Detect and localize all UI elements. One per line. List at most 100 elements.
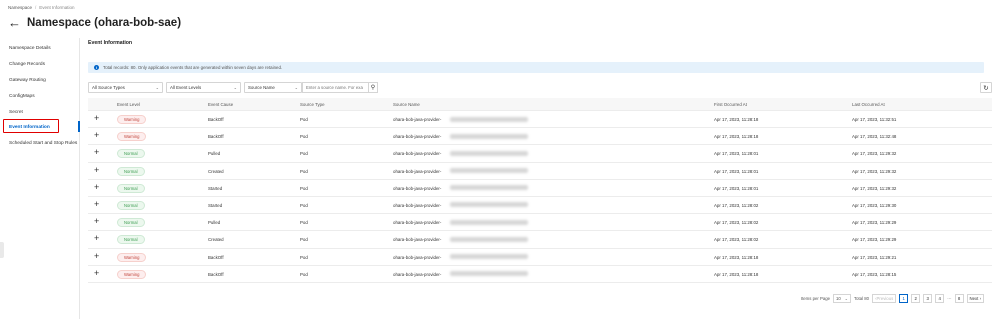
last-occurred-cell: Apr 17, 2023, 11:29:21 — [852, 254, 897, 260]
source-name-cell: ohara-bob-java-provider- — [393, 237, 442, 243]
column-header-source-type: Source Type — [300, 102, 325, 107]
sidebar-collapse-handle[interactable] — [0, 242, 4, 258]
source-name-cell: ohara-bob-java-provider- — [393, 168, 442, 174]
next-page-button[interactable]: Next › — [966, 294, 984, 303]
sidebar-item-scheduled-start-stop-rules[interactable]: Scheduled Start and Stop Rules — [9, 141, 77, 146]
search-button[interactable]: ⚲ — [368, 82, 378, 93]
source-name-cell: ohara-bob-java-provider- — [393, 202, 442, 208]
expand-row-icon[interactable]: + — [94, 182, 99, 192]
first-occurred-cell: Apr 17, 2023, 11:28:18 — [714, 254, 759, 260]
redacted-text — [450, 271, 528, 277]
previous-page-button[interactable]: ‹ Previous — [872, 294, 897, 303]
sidebar-item-secret[interactable]: Secret — [9, 110, 23, 115]
event-cause-cell: Created — [208, 168, 224, 174]
breadcrumb-root[interactable]: Namespace — [8, 5, 32, 10]
search-field-select[interactable]: Source Name ⌄ — [244, 82, 302, 93]
table-row: + Normal Started Pod ohara-bob-java-provider… — [88, 180, 992, 197]
source-type-cell: Pod — [300, 220, 308, 226]
event-level-badge: Normal — [117, 235, 145, 245]
event-level-select[interactable]: All Event Levels ⌄ — [166, 82, 241, 93]
info-notice: i Total records: 80. Only application ev… — [88, 62, 984, 73]
sidebar-item-configmaps[interactable]: ConfigMaps — [9, 94, 35, 99]
source-type-select[interactable]: All Source Types ⌄ — [88, 82, 163, 93]
refresh-button[interactable]: ↻ — [980, 82, 992, 93]
breadcrumb-current: Event Information — [39, 5, 75, 10]
main-content: Event Information i Total records: 80. O… — [88, 38, 992, 319]
column-header-last-occurred: Last Occurred At — [852, 102, 885, 107]
page-button-last[interactable]: 8 — [954, 294, 964, 303]
source-type-cell: Pod — [300, 271, 308, 277]
table-row: + Warning BackOff Pod ohara-bob-java-provide… — [88, 128, 992, 146]
page-button-3[interactable]: 3 — [923, 294, 933, 303]
event-cause-cell: Created — [208, 237, 224, 243]
table-row: + Warning BackOff Pod ohara-bob-java-provide… — [88, 249, 992, 266]
event-level-badge: Warning — [117, 269, 147, 279]
last-occurred-cell: Apr 17, 2023, 11:32:51 — [852, 117, 897, 122]
breadcrumb: Namespace / Event Information — [8, 5, 75, 10]
event-level-badge: Normal — [117, 218, 145, 228]
expand-row-icon[interactable]: + — [94, 148, 99, 157]
expand-row-icon[interactable]: + — [94, 234, 99, 243]
table-row: + Normal Started Pod ohara-bob-java-provider… — [88, 197, 992, 215]
source-type-cell: Pod — [300, 168, 308, 174]
expand-row-icon[interactable]: + — [94, 268, 99, 278]
last-occurred-cell: Apr 17, 2023, 11:29:32 — [852, 151, 897, 157]
source-name-cell: ohara-bob-java-provider- — [393, 220, 442, 226]
event-cause-cell: Started — [208, 202, 223, 208]
expand-row-icon[interactable]: + — [94, 217, 99, 226]
source-type-cell: Pod — [300, 237, 308, 243]
next-label: Next — [969, 296, 979, 301]
event-level-badge: Normal — [117, 183, 145, 193]
expand-row-icon[interactable]: + — [94, 114, 99, 123]
page-size-select[interactable]: 10 ⌄ — [833, 294, 852, 303]
first-occurred-cell: Apr 17, 2023, 11:28:01 — [714, 151, 759, 157]
back-arrow-icon[interactable]: ← — [8, 16, 21, 29]
redacted-text — [450, 202, 528, 208]
source-type-cell: Pod — [300, 254, 308, 260]
event-cause-cell: BackOff — [208, 271, 224, 277]
source-type-cell: Pod — [300, 117, 308, 122]
first-occurred-cell: Apr 17, 2023, 11:28:18 — [714, 117, 759, 122]
expand-row-icon[interactable]: + — [94, 199, 99, 209]
search-input[interactable] — [302, 82, 368, 93]
expand-row-icon[interactable]: + — [94, 165, 99, 175]
column-header-first-occurred: First Occurred At — [714, 102, 747, 107]
event-level-badge: Warning — [117, 115, 147, 124]
sidebar-item-namespace-details[interactable]: Namespace Details — [9, 46, 51, 51]
redacted-text — [450, 133, 528, 139]
event-cause-cell: Started — [208, 185, 223, 191]
page-size-value: 10 — [836, 296, 841, 301]
source-type-cell: Pod — [300, 151, 308, 157]
highlight-box — [3, 119, 59, 133]
source-type-value: All Source Types — [92, 85, 125, 90]
sidebar-item-gateway-routing[interactable]: Gateway Routing — [9, 78, 46, 83]
refresh-icon: ↻ — [983, 84, 989, 92]
first-occurred-cell: Apr 17, 2023, 11:28:02 — [714, 202, 759, 208]
table-body: + Warning BackOff Pod ohara-bob-java-provide… — [88, 111, 992, 283]
chevron-down-icon: ⌄ — [233, 85, 237, 90]
column-header-event-cause: Event Cause — [208, 102, 234, 107]
pagination-ellipsis: ··· — [947, 296, 952, 301]
source-type-cell: Pod — [300, 202, 308, 208]
event-level-badge: Normal — [117, 149, 145, 159]
event-cause-cell: Pulled — [208, 220, 221, 226]
page-button-1[interactable]: 1 — [899, 294, 909, 303]
filter-bar: All Source Types ⌄ All Event Levels ⌄ So… — [88, 82, 378, 94]
expand-row-icon[interactable]: + — [94, 131, 99, 140]
last-occurred-cell: Apr 17, 2023, 11:29:32 — [852, 185, 897, 191]
sidebar: Namespace Details Change Records Gateway… — [0, 38, 80, 319]
sidebar-item-change-records[interactable]: Change Records — [9, 62, 45, 67]
page-button-2[interactable]: 2 — [911, 294, 921, 303]
last-occurred-cell: Apr 17, 2023, 11:32:48 — [852, 134, 897, 140]
source-name-cell: ohara-bob-java-provider- — [393, 271, 442, 277]
pagination: Items per Page 10 ⌄ Total 80 ‹ Previous … — [801, 293, 984, 304]
source-name-cell: ohara-bob-java-provider- — [393, 117, 442, 122]
first-occurred-cell: Apr 17, 2023, 11:28:02 — [714, 237, 759, 243]
page-button-4[interactable]: 4 — [935, 294, 945, 303]
source-type-cell: Pod — [300, 134, 308, 140]
table-row: + Normal Created Pod ohara-bob-java-provider… — [88, 231, 992, 249]
first-occurred-cell: Apr 17, 2023, 11:28:18 — [714, 271, 759, 277]
events-table: Event Level Event Cause Source Type Sour… — [88, 98, 992, 283]
last-occurred-cell: Apr 17, 2023, 11:29:30 — [852, 202, 897, 208]
expand-row-icon[interactable]: + — [94, 251, 99, 261]
